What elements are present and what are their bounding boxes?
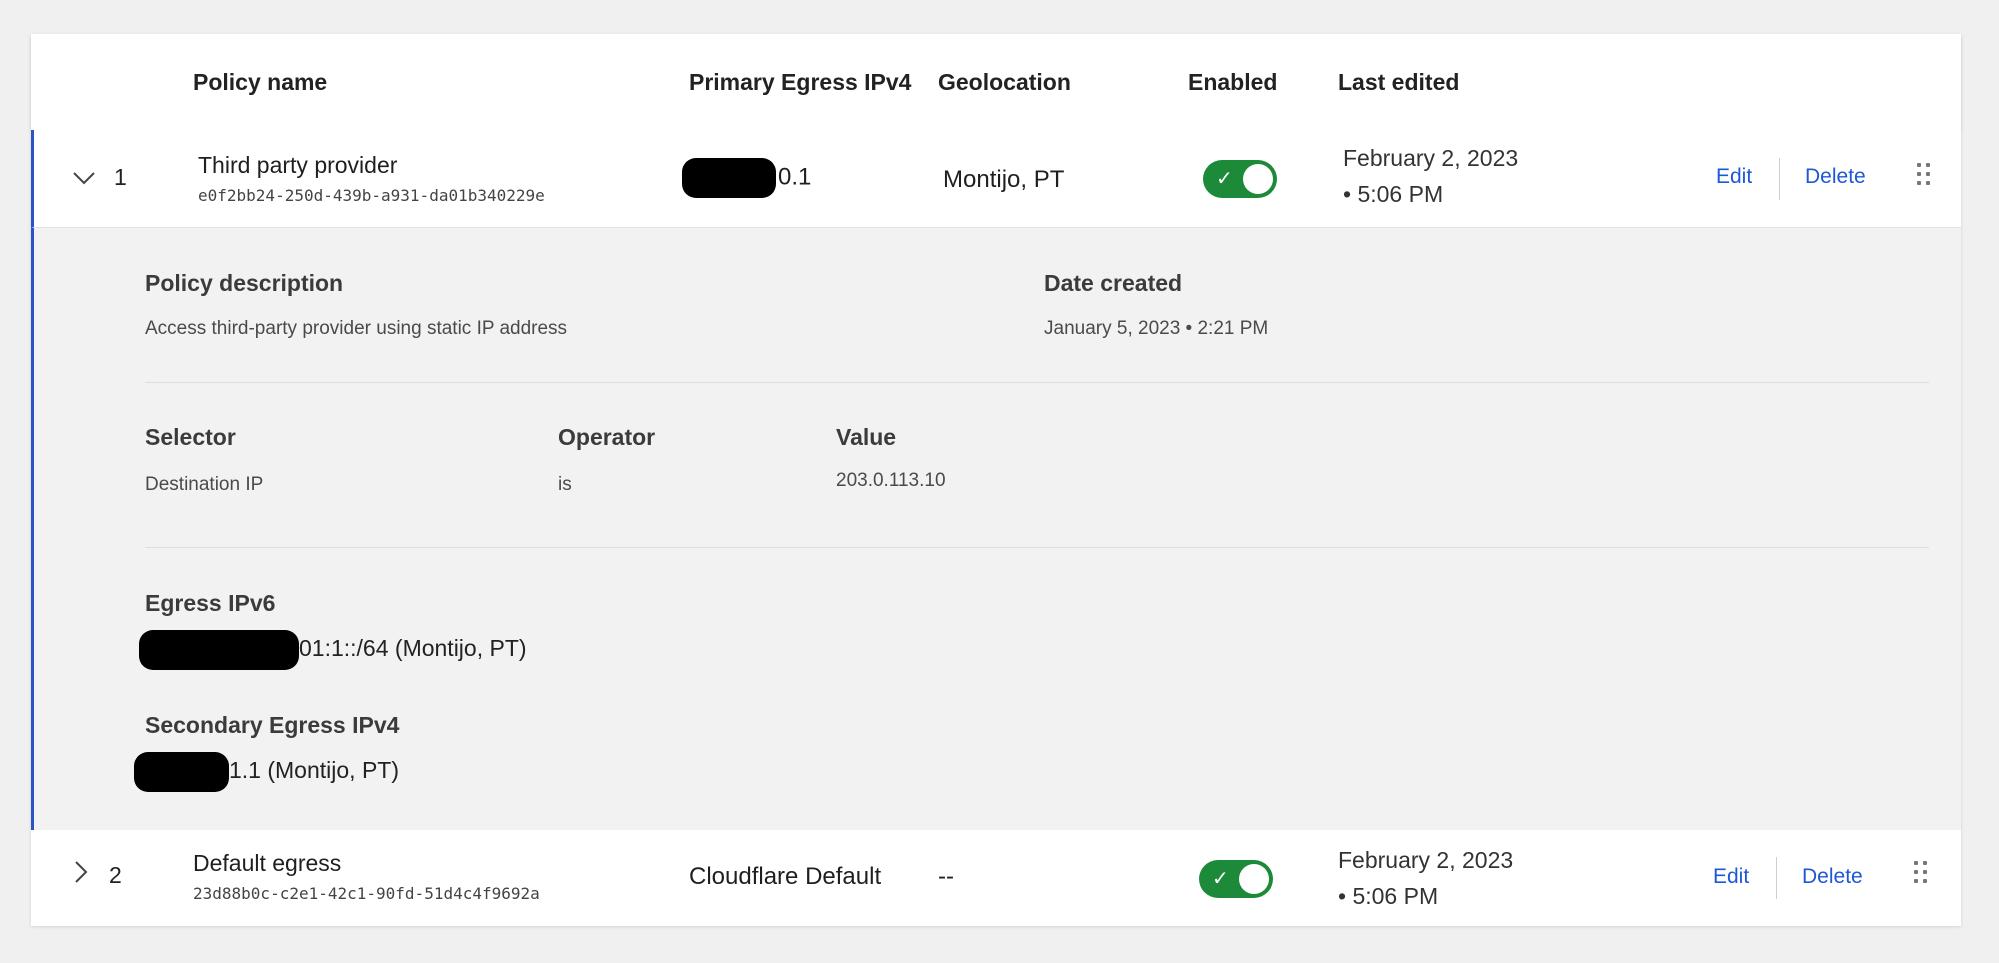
policy-detail-panel: Policy description Access third-party pr… (31, 228, 1961, 830)
last-edited-date: February 2, 2023 (1343, 145, 1519, 171)
secondary-egress-value: 1.1 (Montijo, PT) (134, 752, 399, 792)
operator-label: Operator (558, 424, 656, 450)
secondary-egress-label: Secondary Egress IPv4 (145, 712, 400, 738)
operator-value: is (558, 474, 572, 495)
action-divider (1779, 158, 1780, 200)
toggle-knob (1239, 864, 1269, 894)
primary-egress-ipv4: 0.1 (682, 158, 811, 198)
divider (145, 547, 1929, 548)
selector-value: Destination IP (145, 474, 264, 495)
table-header: Policy name Primary Egress IPv4 Geolocat… (31, 34, 1961, 131)
policy-name: Third party provider (198, 152, 398, 178)
chevron-down-icon[interactable] (72, 162, 96, 193)
redaction-mark (134, 752, 229, 792)
egress-ipv6-label: Egress IPv6 (145, 590, 276, 616)
column-header-primary-egress[interactable]: Primary Egress IPv4 (689, 69, 911, 96)
geolocation: -- (938, 863, 954, 890)
column-header-last-edited[interactable]: Last edited (1338, 69, 1459, 96)
drag-handle-icon[interactable] (1917, 163, 1931, 187)
delete-link[interactable]: Delete (1805, 165, 1866, 189)
egress-policies-table: Policy name Primary Egress IPv4 Geolocat… (31, 34, 1961, 926)
enabled-toggle[interactable]: ✓ (1203, 160, 1277, 198)
last-edited-time: • 5:06 PM (1338, 883, 1439, 909)
row-index: 2 (109, 862, 122, 888)
chevron-right-icon[interactable] (73, 860, 89, 891)
policy-description-label: Policy description (145, 270, 344, 296)
column-header-policy-name[interactable]: Policy name (193, 69, 327, 96)
redaction-mark (139, 630, 299, 670)
selector-label: Selector (145, 424, 236, 450)
geolocation: Montijo, PT (943, 166, 1065, 193)
drag-handle-icon[interactable] (1914, 861, 1928, 885)
check-icon: ✓ (1212, 866, 1229, 890)
divider (145, 382, 1929, 383)
column-header-enabled[interactable]: Enabled (1188, 69, 1277, 96)
secondary-egress-suffix: 1.1 (Montijo, PT) (229, 757, 399, 784)
row-index: 1 (114, 164, 127, 190)
delete-link[interactable]: Delete (1802, 865, 1863, 889)
policy-id: 23d88b0c-c2e1-42c1-90fd-51d4c4f9692a (193, 884, 540, 903)
edit-link[interactable]: Edit (1716, 165, 1752, 189)
enabled-toggle[interactable]: ✓ (1199, 860, 1273, 898)
date-created-label: Date created (1044, 270, 1183, 296)
value-value: 203.0.113.10 (836, 470, 946, 491)
egress-ipv6-value: 01:1::/64 (Montijo, PT) (139, 630, 527, 670)
table-row[interactable]: 2 Default egress 23d88b0c-c2e1-42c1-90fd… (31, 830, 1961, 926)
primary-egress-ipv4-suffix: 0.1 (778, 163, 812, 191)
primary-egress-ipv4: Cloudflare Default (689, 863, 882, 890)
toggle-knob (1243, 164, 1273, 194)
column-header-geolocation[interactable]: Geolocation (938, 69, 1071, 96)
policy-description: Access third-party provider using static… (145, 318, 568, 339)
value-label: Value (836, 424, 897, 450)
policy-id: e0f2bb24-250d-439b-a931-da01b340229e (198, 186, 545, 205)
edit-link[interactable]: Edit (1713, 865, 1749, 889)
table-row[interactable]: 1 Third party provider e0f2bb24-250d-439… (31, 130, 1961, 228)
action-divider (1776, 857, 1777, 899)
last-edited-date: February 2, 2023 (1338, 847, 1514, 873)
last-edited: February 2, 2023 • 5:06 PM (1338, 842, 1513, 914)
last-edited-time: • 5:06 PM (1343, 181, 1444, 207)
last-edited: February 2, 2023 • 5:06 PM (1343, 140, 1518, 212)
policy-name: Default egress (193, 850, 342, 876)
egress-ipv6-suffix: 01:1::/64 (Montijo, PT) (299, 635, 527, 662)
redaction-mark (682, 158, 776, 198)
check-icon: ✓ (1216, 166, 1233, 190)
date-created: January 5, 2023 • 2:21 PM (1044, 318, 1269, 339)
